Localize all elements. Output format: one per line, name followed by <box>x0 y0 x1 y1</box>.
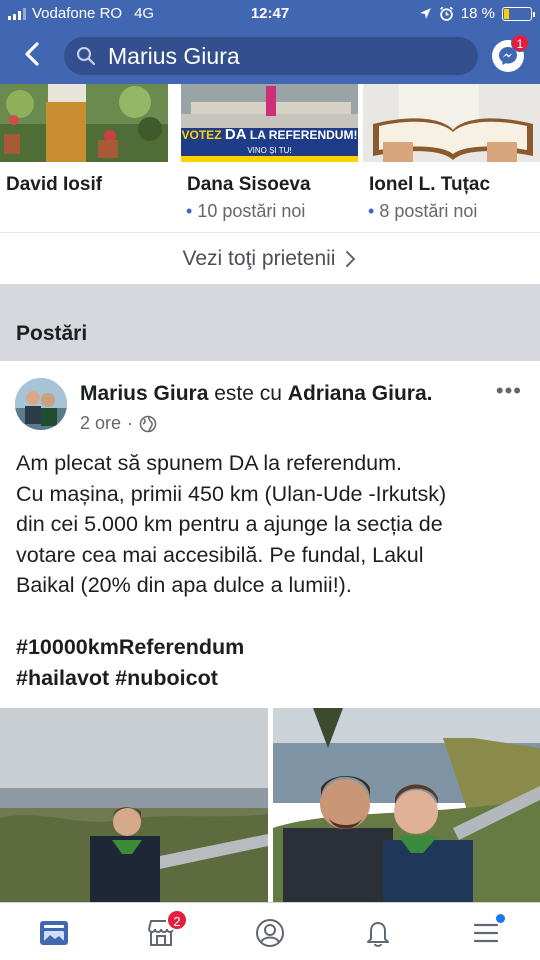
profile-tab[interactable] <box>250 913 290 953</box>
post-time[interactable]: 2 ore <box>80 413 121 434</box>
post-hashtags: #10000kmReferendum #hailavot #nuboicot <box>16 632 244 693</box>
profile-icon <box>256 919 284 947</box>
post-text-line: votare cea mai accesibilă. Pe fundal, La… <box>16 542 424 567</box>
friend-card[interactable]: David Iosif <box>0 84 178 195</box>
notifications-tab[interactable] <box>358 913 398 953</box>
avatar[interactable] <box>15 378 67 430</box>
post-photo[interactable] <box>273 708 540 903</box>
globe-icon <box>139 415 157 432</box>
battery-icon <box>502 6 535 21</box>
friend-photo <box>363 84 540 162</box>
hashtag-link[interactable]: #10000kmReferendum <box>16 632 244 663</box>
friend-new-posts: • 10 postări noi <box>186 201 306 221</box>
see-all-friends-link[interactable]: Vezi toţi prietenii <box>0 232 540 284</box>
friend-card[interactable]: VOTEZ DA LA REFERENDUM! VINO ȘI TU! Dana… <box>181 84 359 221</box>
friend-name: Ionel L. Tuțac <box>369 174 491 195</box>
post-meta: 2 ore · <box>80 413 157 434</box>
friend-photo <box>0 84 168 162</box>
marketplace-badge: 2 <box>166 909 188 931</box>
section-header: Postări <box>0 284 540 361</box>
back-button[interactable] <box>18 40 46 68</box>
post-text-line: Am plecat să spunem DA la referendum. <box>16 451 402 475</box>
bell-icon <box>367 922 389 947</box>
with-text: este cu <box>214 382 282 405</box>
chevron-left-icon <box>25 42 39 66</box>
location-arrow-icon <box>419 8 431 19</box>
battery-percent: 18 % <box>460 5 495 22</box>
friend-new-posts: • 8 postări noi <box>368 201 478 221</box>
search-icon <box>77 47 96 66</box>
chevron-right-icon <box>346 250 356 267</box>
meta-separator: · <box>127 413 134 433</box>
friend-name: David Iosif <box>6 174 103 195</box>
post-photo[interactable] <box>0 708 268 903</box>
friend-name: Dana Sisoeva <box>187 174 311 195</box>
friend-card[interactable]: Ionel L. Tuțac • 8 postări noi <box>363 84 540 221</box>
post-text: Am plecat să spunem DA la referendum. Cu… <box>16 448 526 601</box>
messenger-badge: 1 <box>511 34 529 52</box>
see-all-label: Vezi toţi prietenii <box>182 246 336 270</box>
post-text-line: Baikal (20% din apa dulce a lumii!). <box>16 573 352 597</box>
news-feed-tab[interactable] <box>34 913 74 953</box>
post-author-line: Marius Giura este cu Adriana Giura. <box>80 382 432 406</box>
alarm-icon <box>439 6 453 21</box>
search-input[interactable]: Marius Giura <box>64 37 478 75</box>
referendum-banner: VOTEZ DA LA REFERENDUM! VINO ȘI TU! <box>181 126 358 155</box>
post-text-line: din cei 5.000 km pentru a ajunge la secț… <box>16 512 443 536</box>
post-text-line: Cu mașina, primii 450 km (Ulan-Ude -Irku… <box>16 481 447 506</box>
bottom-nav: 2 <box>0 902 540 960</box>
search-query: Marius Giura <box>108 42 240 69</box>
menu-notification-dot <box>496 914 505 923</box>
section-title: Postări <box>16 322 88 345</box>
more-options-icon[interactable]: ••• <box>496 378 522 404</box>
friends-strip: David Iosif VOTEZ DA LA REFERENDUM! VINO… <box>0 84 540 232</box>
unread-dot-icon: • <box>368 201 375 221</box>
tagged-name[interactable]: Adriana Giura. <box>288 382 433 405</box>
app-header: Vodafone RO 4G 12:47 18 % Marius Giura 1 <box>0 0 540 84</box>
author-name[interactable]: Marius Giura <box>80 382 208 405</box>
post-card: Marius Giura este cu Adriana Giura. 2 or… <box>0 362 540 903</box>
hashtag-link[interactable]: #hailavot #nuboicot <box>16 663 244 694</box>
unread-dot-icon: • <box>186 201 193 221</box>
friend-photo: VOTEZ DA LA REFERENDUM! VINO ȘI TU! <box>181 84 358 162</box>
status-bar: Vodafone RO 4G 12:47 18 % <box>0 0 540 28</box>
news-feed-icon <box>40 921 68 945</box>
